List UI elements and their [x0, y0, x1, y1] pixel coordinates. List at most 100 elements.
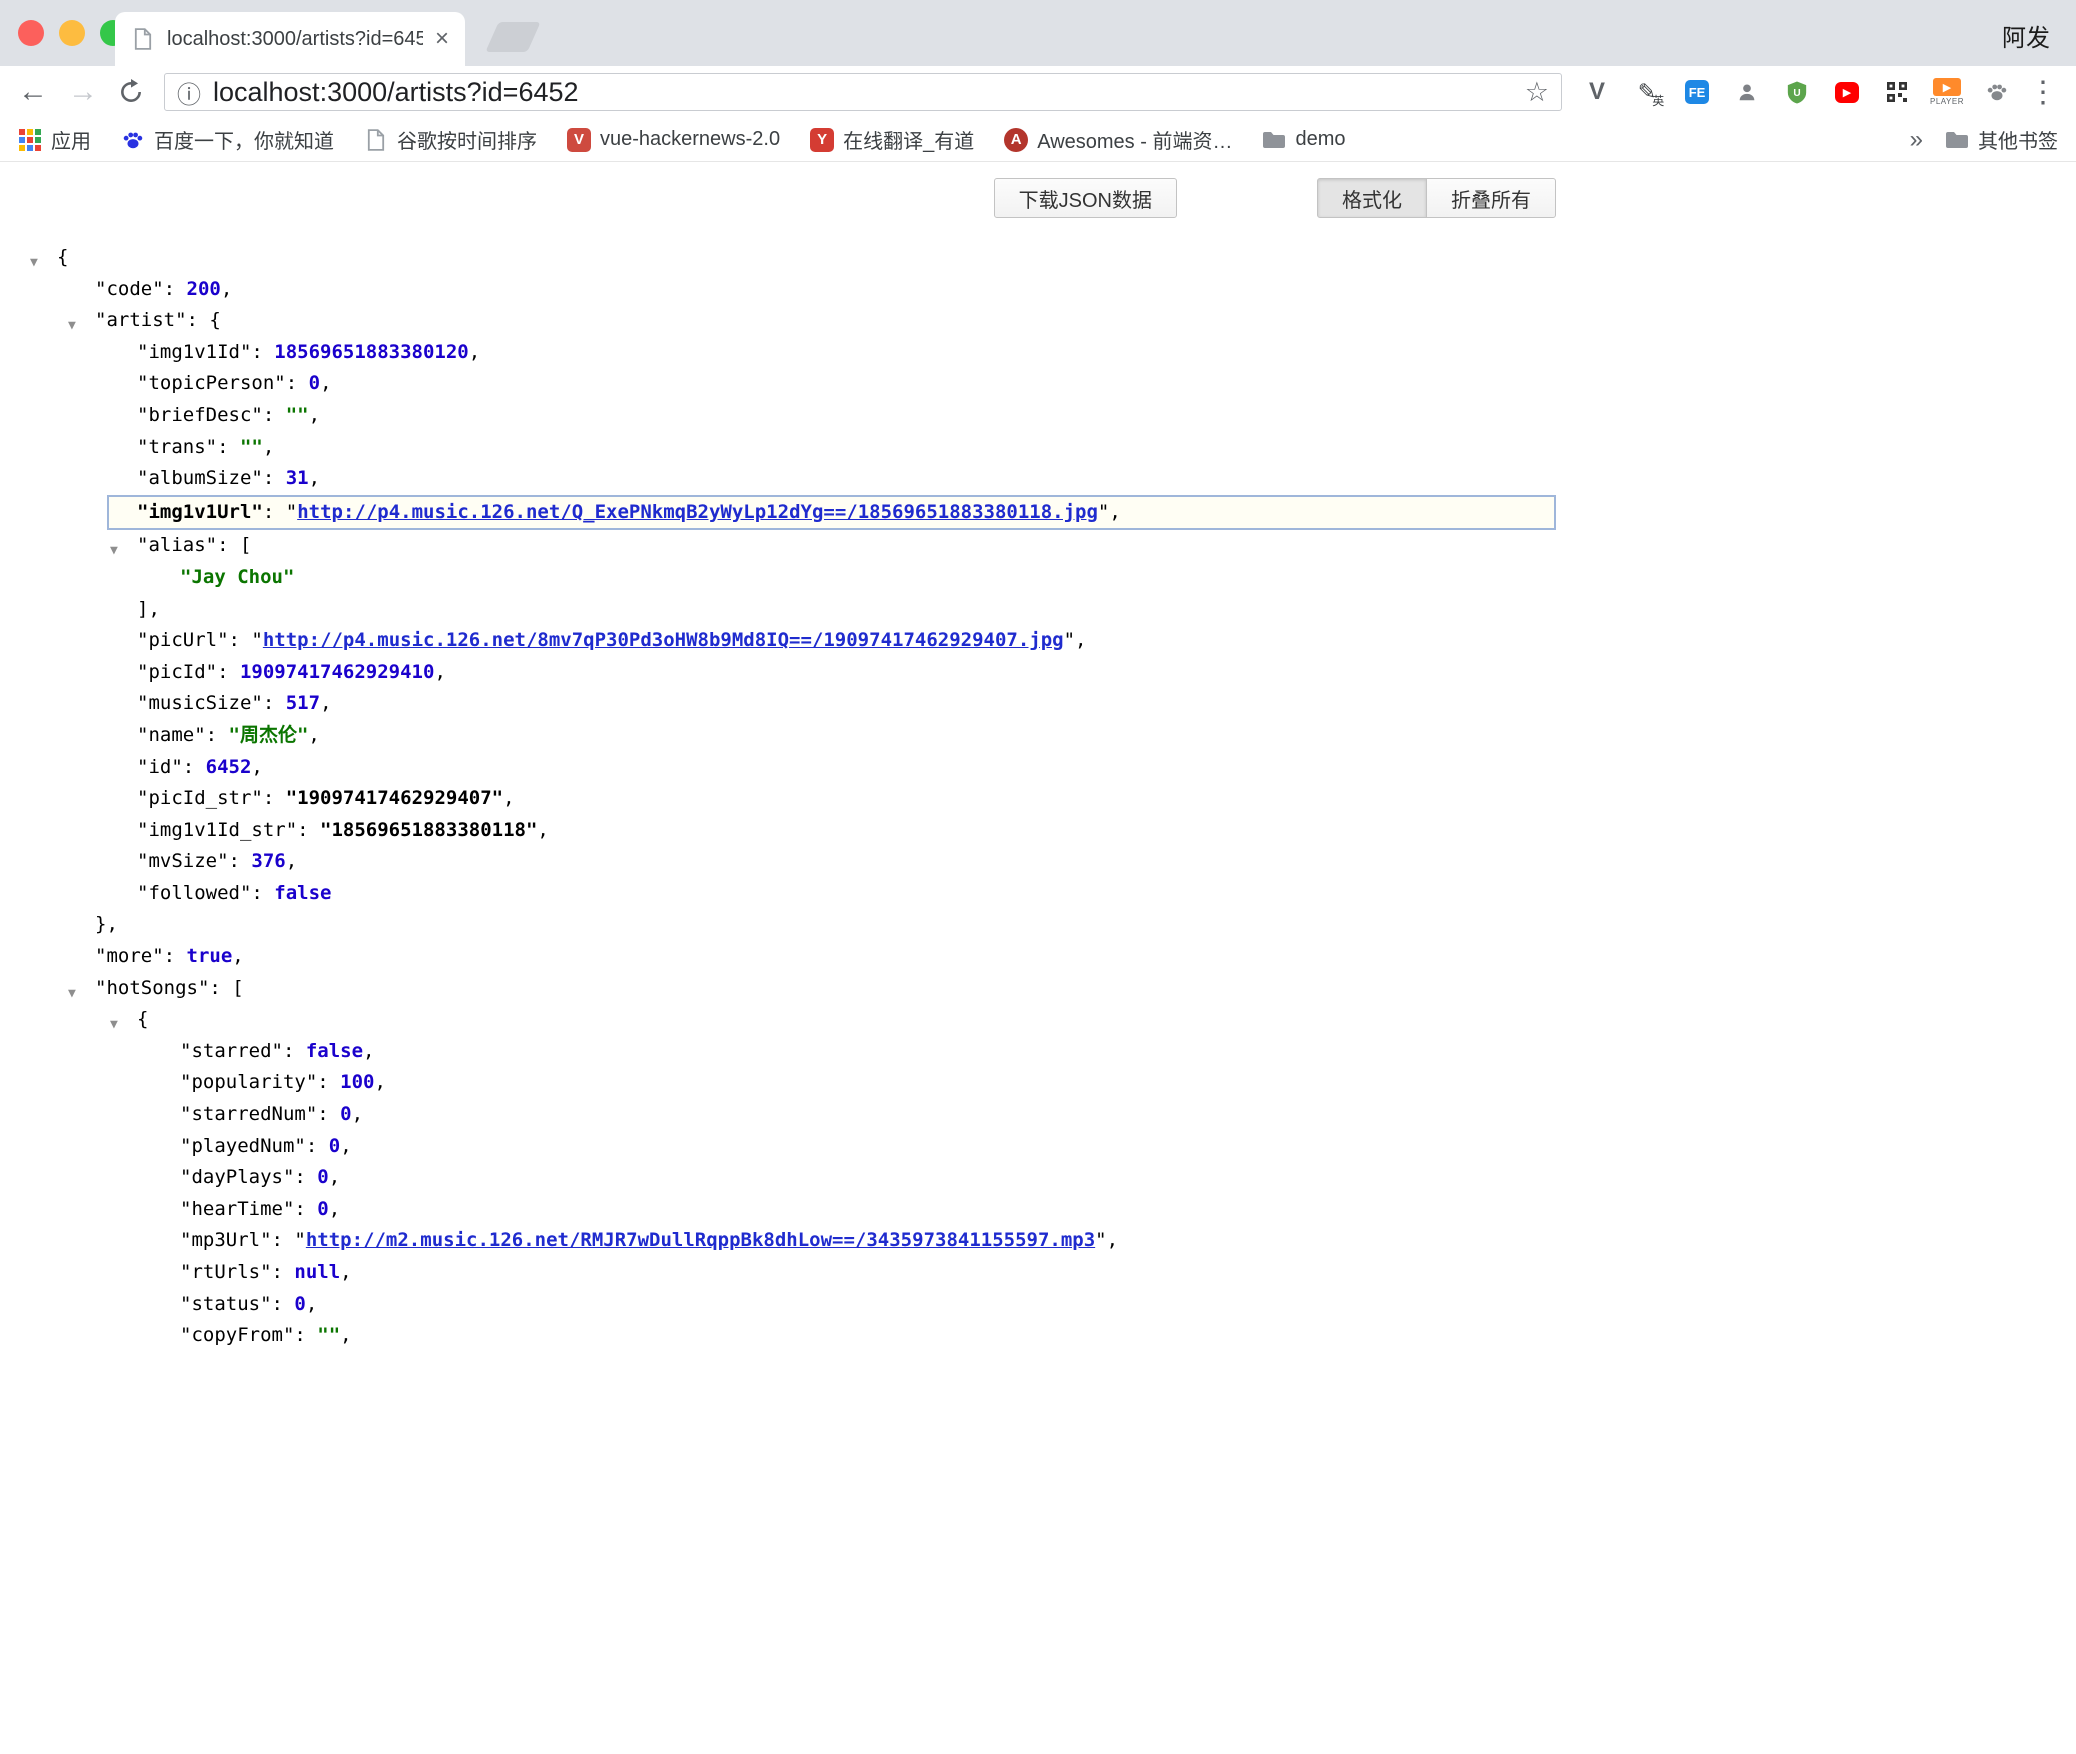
json-url-link[interactable]: http://m2.music.126.net/RMJR7wDullRqppBk…: [306, 1229, 1095, 1251]
browser-tab[interactable]: localhost:3000/artists?id=645 ×: [115, 12, 465, 66]
bookmark-item[interactable]: 应用: [18, 125, 91, 154]
json-token-key: "picId_str": [137, 787, 263, 809]
bookmark-item[interactable]: 谷歌按时间排序: [364, 125, 537, 154]
json-token-p: ,: [375, 1071, 386, 1093]
bookmarks-overflow-icon[interactable]: »: [1910, 126, 1923, 154]
minimize-window-button[interactable]: [59, 20, 85, 46]
bookmark-star-icon[interactable]: ☆: [1525, 77, 1549, 108]
json-token-num: 18569651883380120: [274, 341, 468, 363]
json-url-link[interactable]: http://p4.music.126.net/8mv7qP30Pd3oHW8b…: [263, 629, 1064, 651]
reload-icon[interactable]: [118, 79, 144, 105]
user-extension-icon[interactable]: [1730, 72, 1764, 112]
json-token-p: ,: [308, 724, 319, 746]
bookmark-label: vue-hackernews-2.0: [600, 128, 780, 151]
page-favicon-icon: [131, 27, 155, 51]
fehelper-extension-icon: FE: [1685, 80, 1709, 104]
json-token-num: 0: [294, 1293, 305, 1315]
bookmark-item[interactable]: Y在线翻译_有道: [810, 125, 974, 154]
vimium-extension-icon[interactable]: V: [1580, 72, 1614, 112]
close-window-button[interactable]: [18, 20, 44, 46]
url-text[interactable]: localhost:3000/artists?id=6452: [213, 77, 1513, 108]
back-icon[interactable]: ←: [18, 77, 48, 107]
format-button[interactable]: 格式化: [1317, 178, 1427, 218]
qrcode-extension-icon[interactable]: [1880, 72, 1914, 112]
json-line: "trans": "",: [30, 432, 1556, 464]
json-token-p: : {: [187, 309, 221, 331]
json-token-p: ,: [263, 436, 274, 458]
json-token-p: :: [164, 278, 187, 300]
json-token-num: 0: [317, 1166, 328, 1188]
user-extension-icon: [1735, 80, 1759, 104]
json-line: "starred": false,: [30, 1036, 1556, 1068]
json-token-p: ,: [221, 278, 232, 300]
download-json-button[interactable]: 下载JSON数据: [994, 178, 1177, 218]
json-line: ▼"hotSongs": [: [30, 973, 1556, 1005]
json-token-key: "img1v1Id": [137, 341, 251, 363]
json-token-key: "popularity": [180, 1071, 317, 1093]
json-token-key: "picId": [137, 661, 217, 683]
json-token-num: 0: [329, 1135, 340, 1157]
json-line: "id": 6452,: [30, 752, 1556, 784]
translate-pen-extension-icon[interactable]: ✎英: [1630, 72, 1664, 112]
bookmark-item[interactable]: AAwesomes - 前端资…: [1004, 125, 1232, 154]
json-line: "mp3Url": "http://m2.music.126.net/RMJR7…: [30, 1225, 1556, 1257]
bookmark-item[interactable]: demo: [1262, 128, 1345, 152]
json-token-key: "playedNum": [180, 1135, 306, 1157]
player-extension-icon[interactable]: ▶PLAYER: [1930, 72, 1964, 112]
site-info-icon[interactable]: ⓘ: [177, 75, 201, 110]
bookmark-item[interactable]: 百度一下，你就知道: [121, 125, 334, 154]
tab-close-icon[interactable]: ×: [435, 27, 449, 51]
json-token-key: "mp3Url": [180, 1229, 272, 1251]
other-bookmarks[interactable]: 其他书签: [1945, 125, 2058, 154]
json-token-num: 19097417462929410: [240, 661, 434, 683]
json-token-null: null: [294, 1261, 340, 1283]
translate-pen-extension-icon: ✎英: [1635, 80, 1659, 104]
json-line: "picId": 19097417462929410,: [30, 657, 1556, 689]
bookmark-label: 应用: [51, 125, 91, 154]
address-bar[interactable]: ⓘ localhost:3000/artists?id=6452 ☆: [164, 73, 1562, 111]
collapse-all-button[interactable]: 折叠所有: [1426, 178, 1556, 218]
json-token-p: ,: [363, 1040, 374, 1062]
youtube-extension-icon[interactable]: ▶: [1830, 72, 1864, 112]
new-tab-button[interactable]: [485, 22, 540, 52]
json-token-bool: false: [306, 1040, 363, 1062]
json-line: "hearTime": 0,: [30, 1194, 1556, 1226]
adguard-shield-extension-icon[interactable]: U: [1780, 72, 1814, 112]
profile-name[interactable]: 阿发: [2002, 18, 2050, 53]
browser-menu-icon[interactable]: ⋮: [2028, 75, 2058, 110]
json-token-p: ,: [232, 945, 243, 967]
json-token-p: : [: [217, 534, 251, 556]
screen: { "chrome": { "profile_name": "阿发", "tab…: [0, 0, 2076, 1754]
json-token-p: ,: [340, 1324, 351, 1346]
json-token-p: :: [263, 467, 286, 489]
json-token-str: "Jay Chou": [180, 566, 294, 588]
bookmark-item[interactable]: Vvue-hackernews-2.0: [567, 128, 780, 152]
json-line: ▼{: [30, 242, 1556, 274]
baidu-paw-icon: [121, 128, 145, 152]
json-line: "dayPlays": 0,: [30, 1162, 1556, 1194]
vimium-extension-icon: V: [1585, 80, 1609, 104]
json-token-key: "starredNum": [180, 1103, 317, 1125]
json-token-p: ",: [1098, 501, 1121, 523]
json-token-key: "trans": [137, 436, 217, 458]
json-token-key: "more": [95, 945, 164, 967]
svg-text:U: U: [1793, 88, 1800, 99]
json-token-num: 517: [286, 692, 320, 714]
json-line: ▼{: [30, 1004, 1556, 1036]
paw-extension-icon[interactable]: [1980, 72, 2014, 112]
json-line: },: [30, 909, 1556, 941]
json-line: "musicSize": 517,: [30, 688, 1556, 720]
json-url-link[interactable]: http://p4.music.126.net/Q_ExePNkmqB2yWyL…: [297, 501, 1098, 523]
json-token-key: "dayPlays": [180, 1166, 294, 1188]
json-token-key: "status": [180, 1293, 272, 1315]
json-line: "status": 0,: [30, 1289, 1556, 1321]
fehelper-extension-icon[interactable]: FE: [1680, 72, 1714, 112]
json-token-p: ],: [137, 598, 160, 620]
youdao-icon: Y: [810, 128, 834, 152]
forward-icon[interactable]: →: [68, 77, 98, 107]
json-token-key: "topicPerson": [137, 372, 286, 394]
json-token-num: 200: [187, 278, 221, 300]
adguard-shield-extension-icon: U: [1785, 80, 1809, 104]
awesomes-icon: A: [1004, 128, 1028, 152]
json-token-bool: false: [274, 882, 331, 904]
